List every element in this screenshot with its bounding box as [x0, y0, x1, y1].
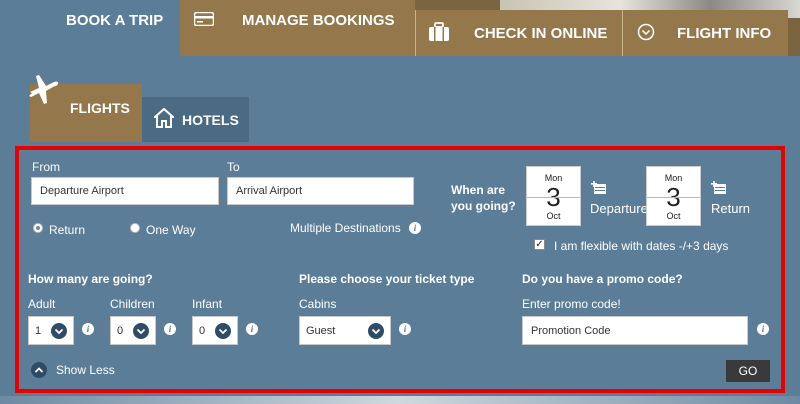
- calendar-add-icon[interactable]: [591, 181, 607, 200]
- nav-book-label: BOOK A TRIP: [66, 12, 164, 29]
- flexible-dates-checkbox[interactable]: ✓: [534, 239, 545, 250]
- chevron-circle-icon: [637, 23, 655, 41]
- info-icon[interactable]: i: [399, 323, 411, 335]
- departure-date-picker[interactable]: Mon 3 Oct: [526, 166, 581, 226]
- adult-label: Adult: [28, 297, 56, 311]
- credit-card-icon: [194, 12, 214, 26]
- return-radio[interactable]: [33, 223, 43, 233]
- calendar-add-icon[interactable]: [711, 181, 727, 200]
- return-month: Oct: [666, 211, 681, 221]
- show-less-toggle[interactable]: Show Less: [31, 362, 115, 378]
- tab-flights-label: FLIGHTS: [70, 100, 130, 116]
- chevron-down-icon: [368, 323, 384, 339]
- ticket-type-heading: Please choose your ticket type: [299, 272, 475, 286]
- promo-label: Enter promo code!: [522, 297, 621, 311]
- tab-hotels[interactable]: HOTELS: [142, 97, 249, 142]
- calendar-divider: [527, 197, 580, 198]
- promo-code-input[interactable]: Promotion Code: [522, 316, 748, 345]
- chevron-up-icon: [31, 362, 47, 378]
- calendar-divider: [647, 197, 700, 198]
- departure-label: Departure: [590, 201, 648, 216]
- from-input[interactable]: Departure Airport: [31, 177, 219, 205]
- infant-label: Infant: [192, 297, 223, 311]
- one-way-label: One Way: [146, 223, 196, 237]
- infant-select[interactable]: 0: [192, 316, 238, 345]
- return-label: Return: [49, 223, 86, 237]
- airplane-icon: [26, 70, 60, 104]
- cabins-label: Cabins: [299, 297, 337, 311]
- info-icon[interactable]: i: [409, 222, 421, 234]
- suitcase-icon: [428, 22, 450, 42]
- info-icon[interactable]: i: [757, 323, 769, 335]
- tab-hotels-label: HOTELS: [182, 112, 239, 128]
- footer-background: [0, 396, 800, 404]
- from-label: From: [32, 160, 60, 174]
- nav-flight-info[interactable]: FLIGHT INFO: [622, 10, 788, 56]
- return-date-picker[interactable]: Mon 3 Oct: [646, 166, 701, 226]
- passengers-heading: How many are going?: [28, 272, 153, 286]
- cabins-select[interactable]: Guest: [299, 316, 391, 345]
- promo-heading: Do you have a promo code?: [522, 272, 683, 286]
- nav-manage-label: MANAGE BOOKINGS: [242, 12, 395, 29]
- nav-manage-bookings[interactable]: MANAGE BOOKINGS: [180, 0, 415, 56]
- children-value: 0: [117, 324, 124, 337]
- nav-info-label: FLIGHT INFO: [677, 24, 772, 42]
- go-button[interactable]: GO: [726, 360, 770, 382]
- children-label: Children: [110, 297, 155, 311]
- adult-select[interactable]: 1: [28, 316, 74, 345]
- info-icon[interactable]: i: [164, 323, 176, 335]
- adult-value: 1: [35, 324, 42, 337]
- flight-search-form: From Departure Airport To Arrival Airpor…: [15, 146, 785, 393]
- one-way-radio[interactable]: [130, 223, 140, 233]
- chevron-down-icon: [51, 323, 67, 339]
- return-date-label: Return: [711, 201, 751, 216]
- departure-month: Oct: [546, 211, 561, 221]
- to-input[interactable]: Arrival Airport: [227, 177, 414, 205]
- info-icon[interactable]: i: [82, 323, 94, 335]
- chevron-down-icon: [133, 323, 149, 339]
- when-label-line1: When are: [451, 183, 506, 197]
- nav-book-a-trip[interactable]: BOOK A TRIP: [0, 0, 180, 56]
- children-select[interactable]: 0: [110, 316, 156, 345]
- flexible-dates-label: I am flexible with dates -/+3 days: [554, 239, 729, 253]
- show-less-label: Show Less: [56, 363, 115, 377]
- infant-value: 0: [199, 324, 206, 337]
- to-label: To: [227, 160, 240, 174]
- cabins-value: Guest: [306, 324, 336, 337]
- when-label-line2: you going?: [451, 199, 516, 213]
- chevron-down-icon: [215, 323, 231, 339]
- nav-check-in-online[interactable]: CHECK IN ONLINE: [415, 10, 622, 56]
- home-icon: [152, 107, 176, 131]
- multiple-destinations-link[interactable]: Multiple Destinations: [290, 221, 401, 235]
- info-icon[interactable]: i: [246, 323, 258, 335]
- nav-checkin-label: CHECK IN ONLINE: [474, 24, 608, 42]
